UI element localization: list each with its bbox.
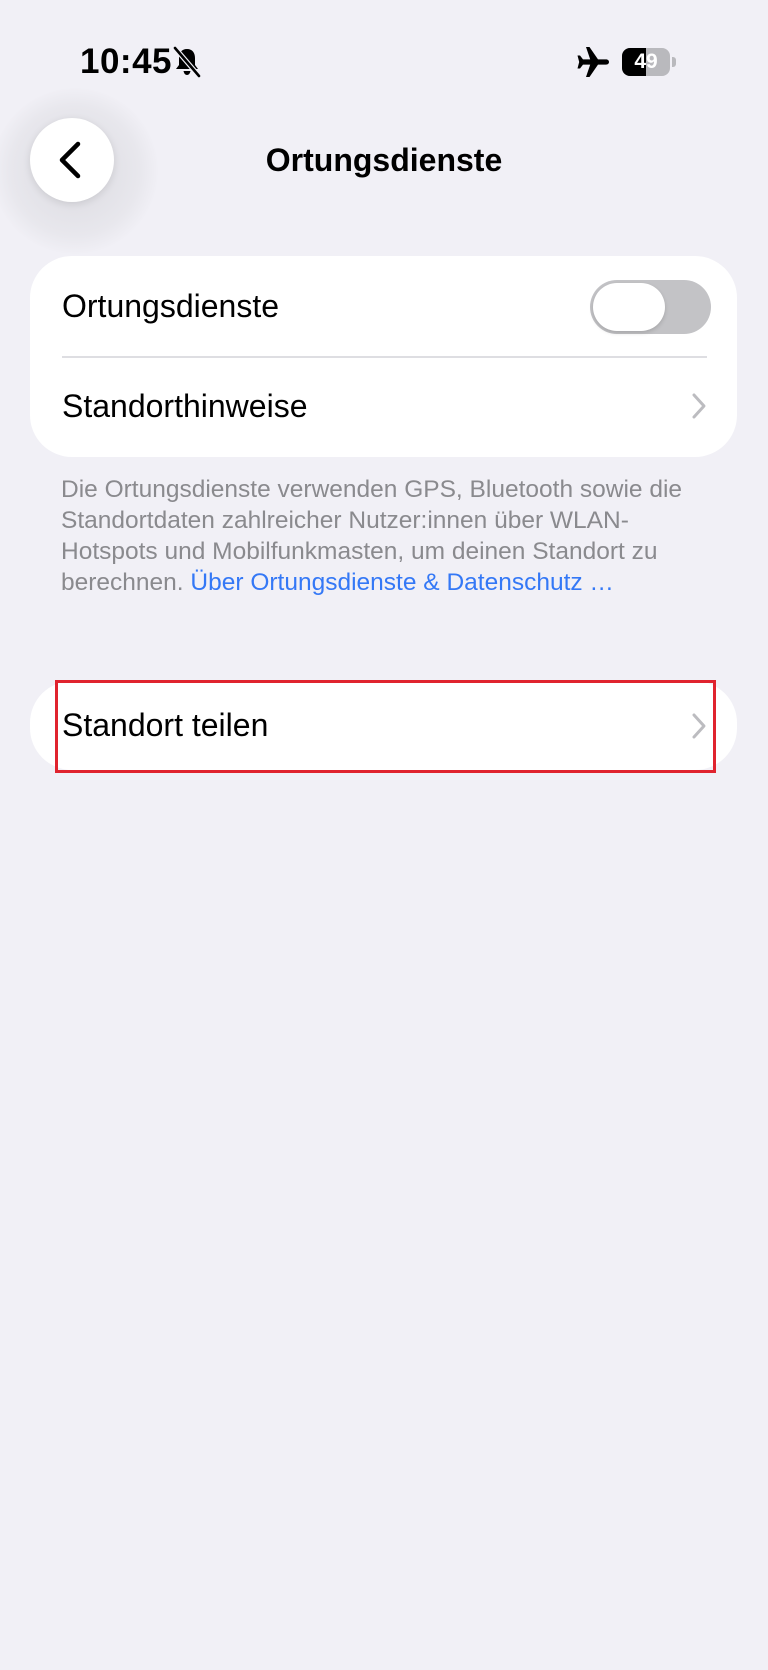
settings-group-location: Ortungsdienste Standorthinweise [30,256,737,457]
settings-group-share: Standort teilen [30,681,737,770]
chevron-right-icon [692,713,706,738]
share-location-row[interactable]: Standort teilen [30,681,737,770]
chevron-right-icon [692,393,706,419]
location-hints-label: Standorthinweise [62,388,308,424]
share-location-label: Standort teilen [62,707,269,743]
bell-slash-icon [172,46,202,78]
location-services-label: Ortungsdienste [62,288,280,324]
location-services-row: Ortungsdienste [30,256,737,356]
toggle-knob [593,283,665,331]
battery-icon: 49 [622,48,676,76]
battery-level-text: 49 [634,50,658,73]
privacy-link[interactable]: Über Ortungsdienste & Datenschutz … [190,569,614,596]
location-services-description: Die Ortungsdienste verwenden GPS, Blueto… [61,474,711,598]
location-services-toggle[interactable] [590,280,711,334]
status-time: 10:45 [80,42,173,81]
airplane-icon [577,47,609,77]
page-title: Ortungsdienste [265,142,503,178]
location-hints-row[interactable]: Standorthinweise [30,356,737,456]
